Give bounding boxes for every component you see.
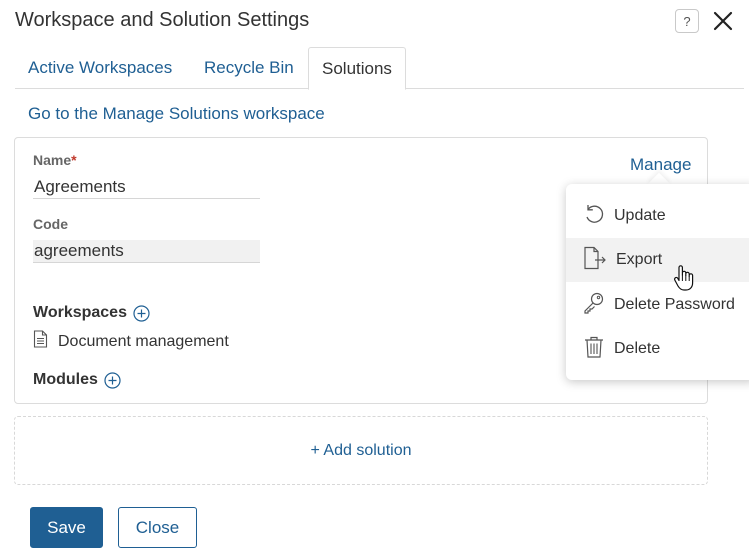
required-mark: * <box>71 152 77 168</box>
add-module-plus-icon[interactable] <box>104 371 121 389</box>
menu-item-label: Update <box>614 207 666 224</box>
document-icon <box>33 330 48 353</box>
undo-arrow-icon <box>582 202 606 231</box>
tab-recycle-bin[interactable]: Recycle Bin <box>191 47 307 89</box>
close-button[interactable]: Close <box>118 507 197 548</box>
modules-label: Modules <box>33 371 98 388</box>
tab-active-workspaces[interactable]: Active Workspaces <box>15 47 185 89</box>
add-solution-button[interactable]: + Add solution <box>14 416 708 485</box>
menu-item-export[interactable]: Export <box>566 238 749 282</box>
trash-icon <box>582 335 606 364</box>
dialog-title: Workspace and Solution Settings <box>15 9 310 31</box>
manage-solutions-link[interactable]: Go to the Manage Solutions workspace <box>28 104 325 124</box>
modules-section: Modules <box>33 371 121 389</box>
workspace-item[interactable]: Document management <box>33 330 229 353</box>
menu-item-label: Export <box>616 251 663 268</box>
name-label-text: Name <box>33 152 72 168</box>
menu-item-label: Delete Password <box>614 296 735 313</box>
code-field: agreements <box>33 240 260 263</box>
workspaces-label: Workspaces <box>33 304 127 321</box>
manage-link[interactable]: Manage <box>630 155 691 175</box>
menu-item-label: Delete <box>614 340 661 357</box>
close-icon[interactable] <box>711 9 735 33</box>
name-label: Name* <box>33 152 77 168</box>
name-field[interactable]: Agreements <box>33 176 260 199</box>
file-export-icon <box>582 246 608 275</box>
save-button[interactable]: Save <box>30 507 103 548</box>
manage-dropdown-menu: Update Export Delete Password Delete <box>566 184 749 380</box>
key-icon <box>582 291 606 320</box>
menu-item-delete-password[interactable]: Delete Password <box>566 283 749 327</box>
menu-item-update[interactable]: Update <box>566 194 749 238</box>
tab-solutions[interactable]: Solutions <box>308 47 406 90</box>
menu-item-delete[interactable]: Delete <box>566 327 749 371</box>
code-label: Code <box>33 216 68 232</box>
tab-bar: Active Workspaces Recycle Bin Solutions <box>15 47 744 90</box>
workspaces-section: Workspaces <box>33 304 150 322</box>
mouse-pointer-hand-icon <box>673 264 695 297</box>
workspace-item-label: Document management <box>58 332 229 350</box>
help-button[interactable]: ? <box>675 9 699 33</box>
add-workspace-plus-icon[interactable] <box>133 304 150 322</box>
